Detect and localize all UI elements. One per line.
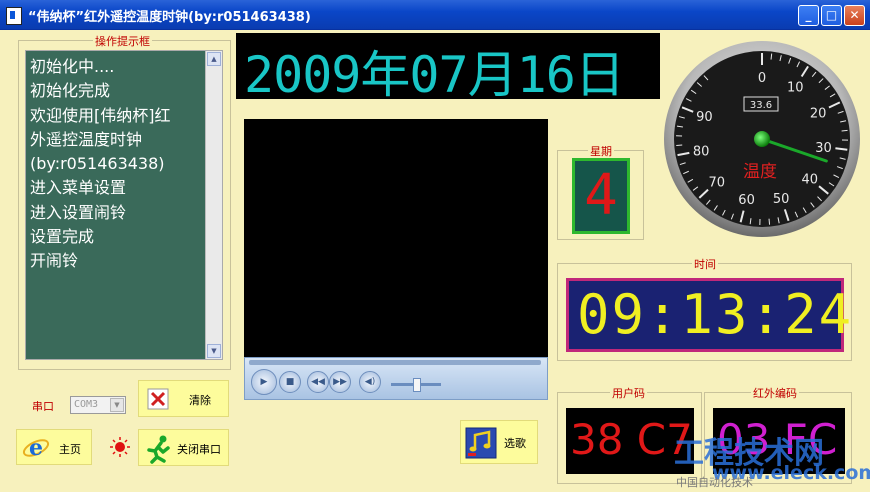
volume-knob[interactable] — [413, 378, 421, 392]
log-line: 进入设置闹铃 — [30, 202, 127, 222]
gauge-tick-label: 60 — [738, 193, 755, 208]
gauge-tick-label: 10 — [787, 81, 804, 96]
log-line: (by:r051463438) — [30, 154, 165, 174]
serial-status-icon — [110, 437, 130, 457]
chevron-down-icon[interactable]: ▼ — [110, 398, 124, 412]
home-button[interactable]: e 主页 — [16, 429, 92, 465]
volume-icon[interactable]: ◀) — [359, 371, 381, 393]
log-line: 设置完成 — [30, 227, 95, 247]
svg-text:e: e — [29, 435, 43, 461]
ir-code-label: 红外编码 — [751, 385, 799, 401]
minimize-button[interactable]: _ — [798, 5, 819, 26]
gauge-tick-label: 0 — [758, 71, 766, 86]
gauge-tick-label: 40 — [801, 173, 818, 188]
stop-icon[interactable]: ■ — [279, 371, 301, 393]
gauge-minor-tick — [768, 218, 771, 225]
next-icon[interactable]: ▶▶ — [329, 371, 351, 393]
serial-port-value: COM3 — [74, 399, 99, 410]
watermark-caption: 中国自动化技术 — [676, 476, 753, 489]
temperature-gauge: 0 10 20 30 40 50 60 70 80 90 33.6 温度 — [664, 41, 860, 237]
gauge-tick-label: 50 — [773, 192, 790, 207]
gauge-tick-label: 30 — [815, 141, 832, 156]
home-button-label: 主页 — [59, 443, 81, 456]
time-label: 时间 — [692, 256, 718, 272]
gauge-reading: 33.6 — [750, 100, 772, 111]
user-code-label: 用户码 — [610, 385, 647, 401]
scroll-down-icon[interactable]: ▼ — [207, 344, 221, 358]
time-text: 09:13:24 — [577, 283, 854, 346]
clear-button[interactable]: 清除 — [138, 380, 229, 417]
log-lines: 初始化中.... 初始化完成 欢迎使用[伟纳杯]红 外遥控温度时钟 (by:r0… — [30, 55, 205, 274]
choose-song-button-label: 选歌 — [504, 437, 526, 450]
gauge-minor-tick — [841, 129, 848, 132]
date-display: 2009年07月16日 — [236, 33, 660, 104]
choose-song-button[interactable]: 选歌 — [460, 420, 538, 464]
clear-button-label: 清除 — [189, 394, 211, 407]
gauge-tick-label: 90 — [696, 110, 713, 125]
log-line: 欢迎使用[伟纳杯]红 — [30, 105, 171, 125]
media-player-controls: ▶ ■ ◀◀ ▶▶ ◀) — [244, 357, 548, 400]
running-man-icon — [147, 435, 170, 464]
log-textbox[interactable]: 初始化中.... 初始化完成 欢迎使用[伟纳杯]红 外遥控温度时钟 (by:r0… — [25, 50, 223, 360]
main-window: “伟纳杯”红外遥控温度时钟(by:r051463438) _ □ ✕ 操作提示框… — [0, 0, 870, 492]
gauge-tick-label: 70 — [709, 175, 726, 190]
window-title: “伟纳杯”红外遥控温度时钟(by:r051463438) — [28, 10, 311, 25]
seek-bar[interactable] — [249, 360, 541, 365]
app-icon — [6, 7, 22, 25]
log-line: 外遥控温度时钟 — [30, 129, 143, 149]
log-group-label: 操作提示框 — [93, 33, 152, 49]
log-line: 进入菜单设置 — [30, 178, 127, 198]
gauge-tick-label: 20 — [810, 107, 827, 122]
week-display: 4 — [572, 158, 630, 234]
log-line: 开闹铃 — [30, 251, 79, 271]
week-digit: 4 — [584, 163, 618, 228]
gauge-tick-label: 80 — [693, 145, 710, 160]
serial-port-label: 串口 — [32, 400, 54, 413]
time-display: 09:13:24 — [566, 278, 851, 352]
music-icon — [465, 427, 497, 459]
log-line: 初始化完成 — [30, 81, 111, 101]
scroll-up-icon[interactable]: ▲ — [207, 52, 221, 66]
log-line: 初始化中.... — [30, 57, 115, 76]
gauge-hub — [754, 131, 770, 147]
gauge-minor-tick — [770, 53, 773, 60]
clear-icon — [147, 388, 169, 410]
close-serial-button-label: 关闭串口 — [177, 443, 221, 456]
date-text: 2009年07月16日 — [244, 46, 625, 104]
close-button[interactable]: ✕ — [844, 5, 865, 26]
title-bar[interactable]: “伟纳杯”红外遥控温度时钟(by:r051463438) _ □ ✕ — [0, 0, 870, 30]
gauge-label: 温度 — [743, 162, 777, 182]
media-player-video[interactable] — [244, 119, 548, 357]
internet-explorer-icon: e — [22, 435, 50, 461]
play-icon[interactable]: ▶ — [251, 369, 277, 395]
serial-port-select[interactable]: COM3 ▼ — [70, 396, 126, 414]
log-scrollbar[interactable]: ▲ ▼ — [205, 51, 222, 359]
week-label: 星期 — [588, 143, 614, 159]
previous-icon[interactable]: ◀◀ — [307, 371, 329, 393]
close-serial-button[interactable]: 关闭串口 — [138, 429, 229, 466]
maximize-button[interactable]: □ — [821, 5, 842, 26]
